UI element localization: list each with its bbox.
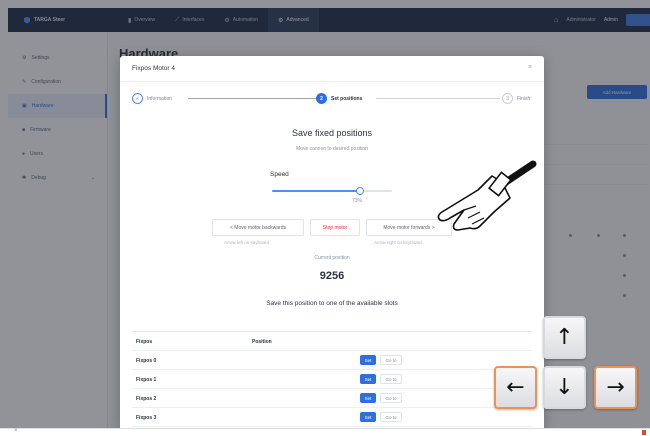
- step-number: 2: [316, 93, 327, 104]
- current-position-label: Current position: [314, 255, 350, 261]
- step-label: Information: [147, 95, 173, 102]
- arrow-left-key: ←: [494, 366, 537, 409]
- set-button[interactable]: Set: [360, 374, 376, 384]
- screen: TARGA Steer ▮ Overview ⟋ Interfaces ⚙ Au…: [0, 0, 650, 436]
- close-icon[interactable]: ×: [528, 64, 532, 71]
- goto-button[interactable]: Go to: [380, 355, 402, 365]
- fixpos-name: Fixpos 1: [136, 377, 157, 383]
- goto-button[interactable]: Go to: [380, 393, 402, 403]
- goto-button[interactable]: Go to: [380, 412, 402, 422]
- section-heading: Save fixed positions: [291, 128, 373, 138]
- section-subheading: Move cannon to desired position: [296, 146, 368, 152]
- goto-button[interactable]: Go to: [380, 374, 402, 384]
- bottom-strip: ×: [0, 428, 650, 436]
- step-label: Finish: [517, 95, 531, 102]
- step-connector: [188, 98, 316, 99]
- stepper: ✓ Information 2 Set positions 3 Finish: [132, 93, 532, 109]
- arrow-right-key: →: [594, 366, 637, 409]
- check-icon: ✓: [132, 93, 143, 104]
- forward-hint: Arrow right on keyboard: [374, 240, 422, 245]
- table-row: Fixpos 3 Set Go to: [132, 408, 532, 427]
- speed-label: Speed: [270, 171, 289, 178]
- current-position-value: 9256: [319, 270, 345, 282]
- speed-value: 73%: [352, 198, 363, 204]
- speed-slider-fill: [272, 190, 360, 192]
- step-set-positions: 2 Set positions: [316, 93, 362, 104]
- close-icon[interactable]: ×: [14, 428, 18, 434]
- fixpos-dialog: Fixpos Motor 4 × ✓ Information 2 Set pos…: [120, 56, 544, 430]
- step-number: 3: [502, 93, 513, 104]
- column-header: Fixpos: [136, 339, 153, 345]
- step-connector: [376, 98, 500, 99]
- table-row: Fixpos 0 Set Go to: [132, 351, 532, 370]
- arrow-down-key: ↓: [543, 366, 586, 409]
- indicator-icon: [642, 430, 646, 435]
- dialog-header: Fixpos Motor 4 ×: [120, 56, 544, 82]
- table-row: Fixpos 2 Set Go to: [132, 389, 532, 408]
- step-finish: 3 Finish: [502, 93, 530, 104]
- set-button[interactable]: Set: [360, 412, 376, 422]
- fixpos-name: Fixpos 3: [136, 415, 157, 421]
- table-header: Fixpos Position: [132, 332, 532, 351]
- arrow-up-key: ↑: [543, 316, 586, 359]
- fixpos-table: Fixpos Position Fixpos 0 Set Go to Fixpo…: [132, 331, 532, 427]
- set-button[interactable]: Set: [360, 355, 376, 365]
- set-button[interactable]: Set: [360, 393, 376, 403]
- table-row: Fixpos 1 Set Go to: [132, 370, 532, 389]
- column-header: Position: [252, 339, 272, 345]
- step-label: Set positions: [331, 95, 363, 102]
- backward-hint: Arrow left on keyboard: [224, 240, 270, 245]
- dialog-title: Fixpos Motor 4: [132, 65, 175, 72]
- fixpos-name: Fixpos 2: [136, 396, 157, 402]
- stop-motor-button[interactable]: Stop motor: [310, 219, 360, 236]
- move-backward-button[interactable]: < Move motor backwards: [212, 219, 304, 236]
- fixpos-name: Fixpos 0: [136, 358, 157, 364]
- slots-heading: Save this position to one of the availab…: [266, 300, 398, 307]
- pointing-hand-icon: [437, 160, 537, 231]
- speed-slider-thumb[interactable]: [355, 187, 364, 195]
- step-information: ✓ Information: [132, 93, 172, 104]
- speed-slider[interactable]: [272, 187, 392, 195]
